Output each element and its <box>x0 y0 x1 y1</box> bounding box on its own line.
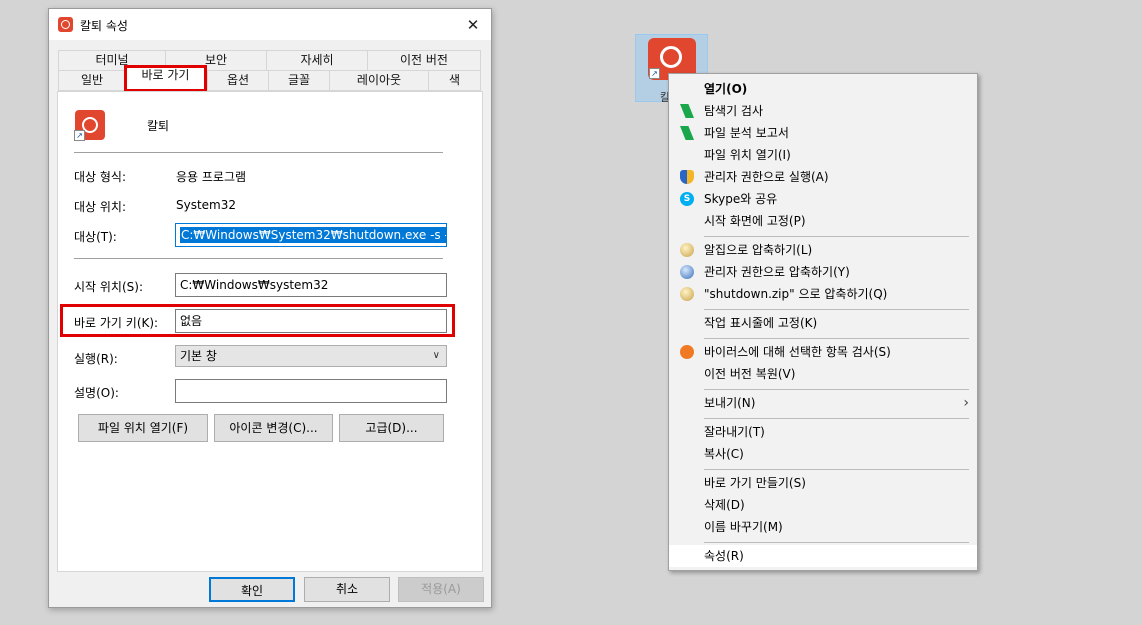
power-app-icon <box>58 17 73 32</box>
divider <box>74 258 443 259</box>
shortcut-arrow-icon: ↗ <box>74 130 85 141</box>
menu-item-pin-taskbar[interactable]: 작업 표시줄에 고정(K) <box>669 312 977 334</box>
cancel-button[interactable]: 취소 <box>304 577 390 602</box>
power-app-icon: ↗ <box>74 110 105 141</box>
comment-label: 설명(O): <box>74 386 119 400</box>
target-type-label: 대상 형식: <box>74 170 127 184</box>
menu-item-delete[interactable]: 삭제(D) <box>669 494 977 516</box>
menu-item-open-location[interactable]: 파일 위치 열기(I) <box>669 144 977 166</box>
start-in-field[interactable]: C:₩Windows₩system32 <box>175 273 447 297</box>
tab-previous-versions[interactable]: 이전 버전 <box>367 50 481 71</box>
menu-item-run-as-admin[interactable]: 관리자 권한으로 실행(A) <box>669 166 977 188</box>
menu-item-skype-share[interactable]: S Skype와 공유 <box>669 188 977 210</box>
menu-item-label: 관리자 권한으로 실행(A) <box>704 170 829 184</box>
menu-item-label: 이름 바꾸기(M) <box>704 520 783 534</box>
menu-separator <box>704 309 969 310</box>
comment-field[interactable] <box>175 379 447 403</box>
menu-item-label: 탐색기 검사 <box>704 104 764 118</box>
target-location-label: 대상 위치: <box>74 200 127 214</box>
menu-item-open[interactable]: 열기(O) <box>669 78 977 100</box>
menu-item-label: 작업 표시줄에 고정(K) <box>704 316 818 330</box>
start-in-label: 시작 위치(S): <box>74 280 143 294</box>
menu-item-label: Skype와 공유 <box>704 192 778 206</box>
menu-item-label: 열기(O) <box>704 82 748 96</box>
menu-item-file-report[interactable]: 파일 분석 보고서 <box>669 122 977 144</box>
menu-separator <box>704 389 969 390</box>
tab-options[interactable]: 옵션 <box>207 70 269 91</box>
avast-icon <box>680 345 694 359</box>
tab-color[interactable]: 색 <box>428 70 481 91</box>
tab-font[interactable]: 글꼴 <box>268 70 330 91</box>
change-icon-button[interactable]: 아이콘 변경(C)... <box>214 414 333 442</box>
target-type-value: 응용 프로그램 <box>176 170 247 184</box>
tab-general[interactable]: 일반 <box>58 70 126 91</box>
menu-item-label: "shutdown.zip" 으로 압축하기(Q) <box>704 287 888 301</box>
menu-item-restore-versions[interactable]: 이전 버전 복원(V) <box>669 363 977 385</box>
menu-item-properties[interactable]: 속성(R) <box>669 545 977 567</box>
menu-item-copy[interactable]: 복사(C) <box>669 443 977 465</box>
menu-item-zip-shutdown[interactable]: "shutdown.zip" 으로 압축하기(Q) <box>669 283 977 305</box>
uac-shield-icon <box>680 170 694 184</box>
chevron-down-icon: ∨ <box>432 350 440 361</box>
target-location-value: System32 <box>176 198 237 212</box>
target-field[interactable]: C:₩Windows₩System32₩shutdown.exe -s -t 0 <box>175 223 447 247</box>
shortcut-arrow-icon: ↗ <box>649 68 660 79</box>
menu-item-label: 파일 위치 열기(I) <box>704 148 791 162</box>
menu-separator <box>704 418 969 419</box>
close-button[interactable]: ✕ <box>455 9 491 40</box>
tab-layout[interactable]: 레이아웃 <box>329 70 429 91</box>
title-bar: 칼퇴 속성 ✕ <box>49 9 491 40</box>
menu-item-explorer-scan[interactable]: 탐색기 검사 <box>669 100 977 122</box>
menu-separator <box>704 236 969 237</box>
run-label: 실행(R): <box>74 352 118 366</box>
ok-button[interactable]: 확인 <box>209 577 295 602</box>
tab-details[interactable]: 자세히 <box>266 50 368 71</box>
app-name: 칼퇴 <box>147 119 170 133</box>
menu-item-virus-scan[interactable]: 바이러스에 대해 선택한 항목 검사(S) <box>669 341 977 363</box>
target-value: C:₩Windows₩System32₩shutdown.exe -s -t 0 <box>180 227 446 243</box>
menu-item-label: 관리자 권한으로 압축하기(Y) <box>704 265 850 279</box>
menu-item-label: 바로 가기 만들기(S) <box>704 476 806 490</box>
menu-separator <box>704 469 969 470</box>
alzip-admin-icon <box>680 265 694 279</box>
menu-item-label: 속성(R) <box>704 549 744 563</box>
context-menu: 열기(O) 탐색기 검사 파일 분석 보고서 파일 위치 열기(I) 관리자 권… <box>668 73 978 571</box>
menu-item-pin-start[interactable]: 시작 화면에 고정(P) <box>669 210 977 232</box>
menu-item-label: 복사(C) <box>704 447 744 461</box>
run-value: 기본 창 <box>180 349 217 363</box>
menu-item-label: 시작 화면에 고정(P) <box>704 214 806 228</box>
apply-button[interactable]: 적용(A) <box>398 577 484 602</box>
alzip-icon <box>680 243 694 257</box>
menu-separator <box>704 338 969 339</box>
menu-separator <box>704 542 969 543</box>
chevron-right-icon: › <box>963 395 969 411</box>
open-file-location-button[interactable]: 파일 위치 열기(F) <box>78 414 208 442</box>
properties-dialog: 칼퇴 속성 ✕ 터미널 보안 자세히 이전 버전 일반 바로 가기 옵션 글꼴 … <box>48 8 492 608</box>
menu-item-cut[interactable]: 잘라내기(T) <box>669 421 977 443</box>
menu-item-alzip[interactable]: 알집으로 압축하기(L) <box>669 239 977 261</box>
shortcut-panel: ↗ 칼퇴 대상 형식: 응용 프로그램 대상 위치: System32 대상(T… <box>57 91 483 572</box>
menu-item-label: 보내기(N) <box>704 396 756 410</box>
menu-item-label: 바이러스에 대해 선택한 항목 검사(S) <box>704 345 891 359</box>
menu-item-create-shortcut[interactable]: 바로 가기 만들기(S) <box>669 472 977 494</box>
menu-item-label: 알집으로 압축하기(L) <box>704 243 813 257</box>
alzip-icon <box>680 287 694 301</box>
menu-item-send-to[interactable]: 보내기(N) › <box>669 392 977 414</box>
target-label: 대상(T): <box>74 230 117 244</box>
tab-shortcut[interactable]: 바로 가기 <box>124 65 207 92</box>
menu-item-label: 이전 버전 복원(V) <box>704 367 796 381</box>
menu-item-label: 파일 분석 보고서 <box>704 126 789 140</box>
run-select[interactable]: 기본 창 ∨ <box>175 345 447 367</box>
dialog-title: 칼퇴 속성 <box>80 19 128 33</box>
menu-item-label: 삭제(D) <box>704 498 745 512</box>
menu-item-rename[interactable]: 이름 바꾸기(M) <box>669 516 977 538</box>
green-k-icon <box>680 126 694 140</box>
menu-item-label: 잘라내기(T) <box>704 425 765 439</box>
menu-item-alzip-admin[interactable]: 관리자 권한으로 압축하기(Y) <box>669 261 977 283</box>
highlight-box <box>60 304 455 337</box>
advanced-button[interactable]: 고급(D)... <box>339 414 444 442</box>
divider <box>74 152 443 153</box>
green-k-icon <box>680 104 694 118</box>
skype-icon: S <box>680 192 694 206</box>
